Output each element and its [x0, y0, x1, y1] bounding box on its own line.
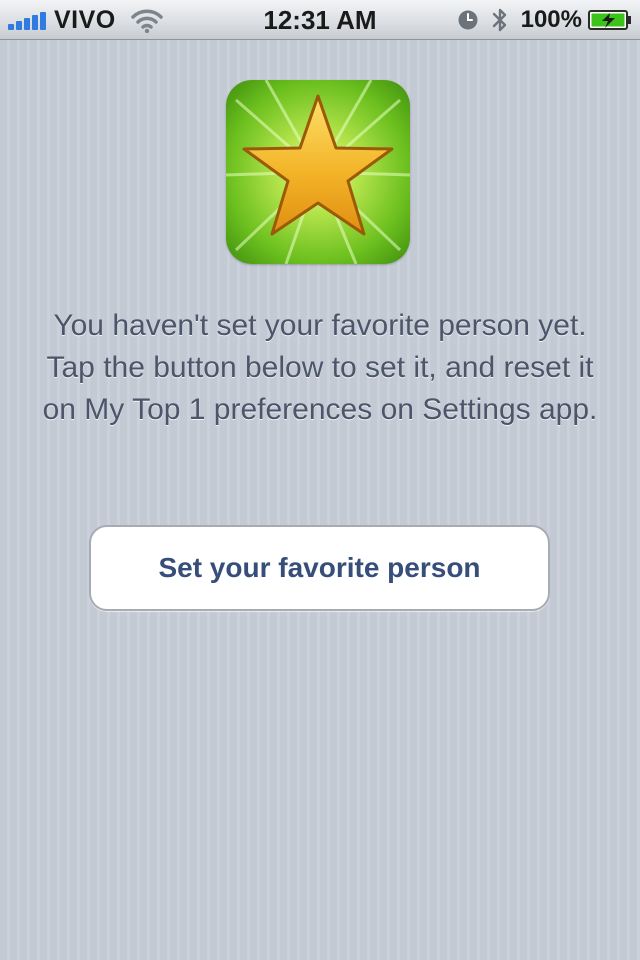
star-icon [226, 80, 410, 264]
battery-charging-icon [588, 10, 631, 30]
bluetooth-icon [492, 8, 506, 32]
set-favorite-person-button-label: Set your favorite person [158, 552, 481, 583]
empty-state-message: You haven't set your favorite person yet… [42, 309, 598, 426]
alarm-clock-icon [458, 10, 478, 30]
battery-percent: 100% [520, 6, 582, 33]
set-favorite-person-button[interactable]: Set your favorite person [89, 525, 550, 611]
app-icon [226, 80, 410, 264]
status-bar-right: 100% [457, 0, 632, 40]
signal-bars-icon [8, 10, 48, 30]
status-bar: VIVO 12:31 AM 100% [0, 0, 640, 40]
carrier-name: VIVO [54, 5, 116, 34]
status-bar-left: VIVO [8, 0, 164, 40]
wifi-icon [131, 9, 163, 33]
